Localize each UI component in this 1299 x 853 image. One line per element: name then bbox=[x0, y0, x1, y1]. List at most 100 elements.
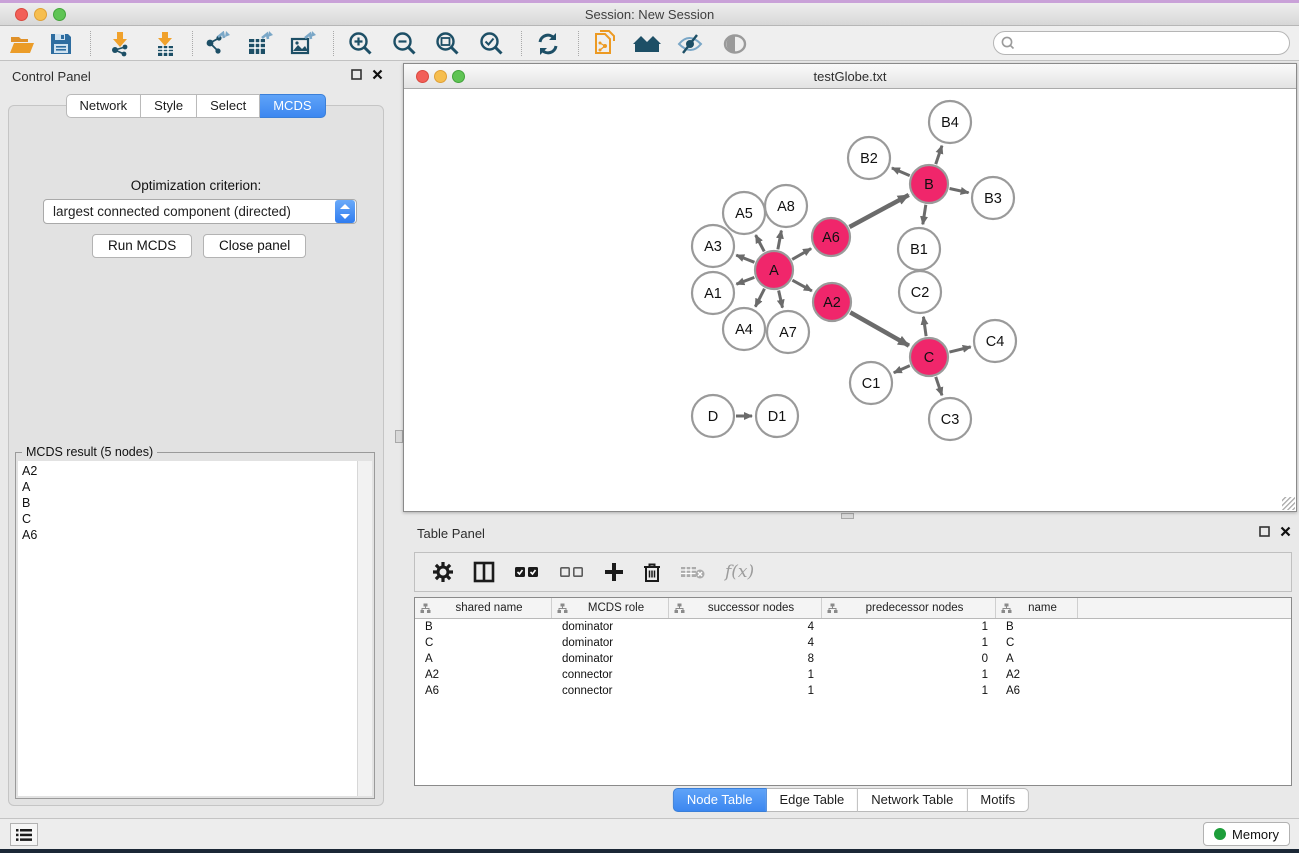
table-cell[interactable]: connector bbox=[552, 667, 669, 683]
tab-style[interactable]: Style bbox=[141, 94, 197, 118]
import-table-button[interactable] bbox=[148, 29, 182, 58]
float-panel-icon[interactable] bbox=[1259, 526, 1270, 537]
task-list-button[interactable] bbox=[10, 823, 38, 846]
column-header-shared-name[interactable]: shared name bbox=[415, 598, 552, 618]
refresh-button[interactable] bbox=[531, 29, 565, 58]
edge-C-C4[interactable] bbox=[949, 347, 970, 352]
maximize-network-light[interactable] bbox=[452, 70, 465, 83]
edge-C-C1[interactable] bbox=[894, 366, 910, 373]
table-cell[interactable]: A6 bbox=[996, 683, 1078, 699]
table-cell[interactable]: connector bbox=[552, 683, 669, 699]
network-window-titlebar[interactable]: testGlobe.txt bbox=[404, 64, 1296, 89]
table-row[interactable]: Adominator80A bbox=[415, 651, 1291, 667]
node-A8[interactable]: A8 bbox=[765, 185, 807, 227]
table-row[interactable]: Bdominator41B bbox=[415, 619, 1291, 635]
network-canvas[interactable]: B4B2BB3B1A5A8A3A6AA1A2A4A7C2CC4C1C3DD1 bbox=[405, 90, 1295, 510]
node-A4[interactable]: A4 bbox=[723, 308, 765, 350]
table-cell[interactable]: 1 bbox=[669, 683, 822, 699]
node-C1[interactable]: C1 bbox=[850, 362, 892, 404]
table-row[interactable]: Cdominator41C bbox=[415, 635, 1291, 651]
edge-A-A1[interactable] bbox=[736, 277, 754, 284]
hide-panels-button[interactable] bbox=[673, 29, 707, 58]
criterion-select[interactable]: largest connected component (directed) bbox=[43, 199, 357, 224]
node-A5[interactable]: A5 bbox=[723, 192, 765, 234]
table-cell[interactable]: dominator bbox=[552, 651, 669, 667]
zoom-out-button[interactable] bbox=[388, 29, 422, 58]
open-session-button[interactable] bbox=[588, 29, 622, 58]
zoom-fit-button[interactable] bbox=[431, 29, 465, 58]
open-file-button[interactable] bbox=[5, 29, 39, 58]
edge-A-A4[interactable] bbox=[755, 289, 764, 307]
table-cell[interactable]: 8 bbox=[669, 651, 822, 667]
edge-B-B4[interactable] bbox=[936, 146, 942, 164]
table-cell[interactable]: A2 bbox=[996, 667, 1078, 683]
edge-C-C3[interactable] bbox=[936, 377, 942, 395]
table-cell[interactable]: B bbox=[415, 619, 552, 635]
minimize-window-light[interactable] bbox=[34, 8, 47, 21]
result-item[interactable]: A6 bbox=[22, 527, 357, 543]
tab-select[interactable]: Select bbox=[197, 94, 260, 118]
column-header-name[interactable]: name bbox=[996, 598, 1078, 618]
export-table-button[interactable] bbox=[243, 29, 277, 58]
edge-B-B1[interactable] bbox=[923, 205, 926, 225]
node-A3[interactable]: A3 bbox=[692, 225, 734, 267]
minimize-network-light[interactable] bbox=[434, 70, 447, 83]
result-scrollbar[interactable] bbox=[358, 461, 372, 796]
close-window-light[interactable] bbox=[15, 8, 28, 21]
table-cell[interactable]: 1 bbox=[822, 683, 996, 699]
show-panels-button[interactable] bbox=[718, 29, 752, 58]
horizontal-splitter-grabber[interactable] bbox=[841, 513, 854, 519]
node-A7[interactable]: A7 bbox=[767, 311, 809, 353]
node-B2[interactable]: B2 bbox=[848, 137, 890, 179]
node-A[interactable]: A bbox=[755, 251, 793, 289]
table-cell[interactable]: 4 bbox=[669, 635, 822, 651]
select-all-columns-icon[interactable] bbox=[514, 565, 540, 579]
table-cell[interactable]: 1 bbox=[822, 635, 996, 651]
edge-A-A7[interactable] bbox=[779, 290, 783, 307]
node-D1[interactable]: D1 bbox=[756, 395, 798, 437]
node-B[interactable]: B bbox=[910, 165, 948, 203]
result-item[interactable]: A2 bbox=[22, 463, 357, 479]
node-C2[interactable]: C2 bbox=[899, 271, 941, 313]
node-C4[interactable]: C4 bbox=[974, 320, 1016, 362]
split-view-icon[interactable] bbox=[473, 561, 495, 583]
deselect-all-columns-icon[interactable] bbox=[559, 565, 585, 579]
node-C3[interactable]: C3 bbox=[929, 398, 971, 440]
node-D[interactable]: D bbox=[692, 395, 734, 437]
table-cell[interactable]: C bbox=[415, 635, 552, 651]
table-cell[interactable]: dominator bbox=[552, 619, 669, 635]
memory-button[interactable]: Memory bbox=[1203, 822, 1290, 846]
result-item[interactable]: C bbox=[22, 511, 357, 527]
save-session-button[interactable] bbox=[44, 29, 78, 58]
tab-mcds[interactable]: MCDS bbox=[260, 94, 325, 118]
home-button[interactable] bbox=[630, 29, 664, 58]
table-cell[interactable]: C bbox=[996, 635, 1078, 651]
node-B3[interactable]: B3 bbox=[972, 177, 1014, 219]
table-cell[interactable]: B bbox=[996, 619, 1078, 635]
table-cell[interactable]: 1 bbox=[669, 667, 822, 683]
node-A6[interactable]: A6 bbox=[812, 218, 850, 256]
export-network-button[interactable] bbox=[200, 29, 234, 58]
table-cell[interactable]: A bbox=[415, 651, 552, 667]
table-cell[interactable]: 0 bbox=[822, 651, 996, 667]
table-cell[interactable]: dominator bbox=[552, 635, 669, 651]
column-header-predecessor-nodes[interactable]: predecessor nodes bbox=[822, 598, 996, 618]
edge-A-A5[interactable] bbox=[756, 235, 765, 251]
table-cell[interactable]: 1 bbox=[822, 667, 996, 683]
close-panel-icon[interactable] bbox=[372, 69, 383, 80]
tab-node-table[interactable]: Node Table bbox=[673, 788, 767, 812]
result-item[interactable]: B bbox=[22, 495, 357, 511]
column-header-successor-nodes[interactable]: successor nodes bbox=[669, 598, 822, 618]
column-header-MCDS-role[interactable]: MCDS role bbox=[552, 598, 669, 618]
tab-network[interactable]: Network bbox=[65, 94, 141, 118]
node-C[interactable]: C bbox=[910, 338, 948, 376]
delete-column-trash-icon[interactable] bbox=[643, 562, 661, 583]
node-A2[interactable]: A2 bbox=[813, 283, 851, 321]
add-column-icon[interactable] bbox=[604, 562, 624, 582]
function-builder-icon[interactable]: f(x) bbox=[725, 562, 754, 582]
edge-A-A6[interactable] bbox=[792, 249, 811, 260]
edge-B-B3[interactable] bbox=[950, 188, 969, 192]
table-cell[interactable]: A bbox=[996, 651, 1078, 667]
table-cell[interactable]: 4 bbox=[669, 619, 822, 635]
table-row[interactable]: A2connector11A2 bbox=[415, 667, 1291, 683]
